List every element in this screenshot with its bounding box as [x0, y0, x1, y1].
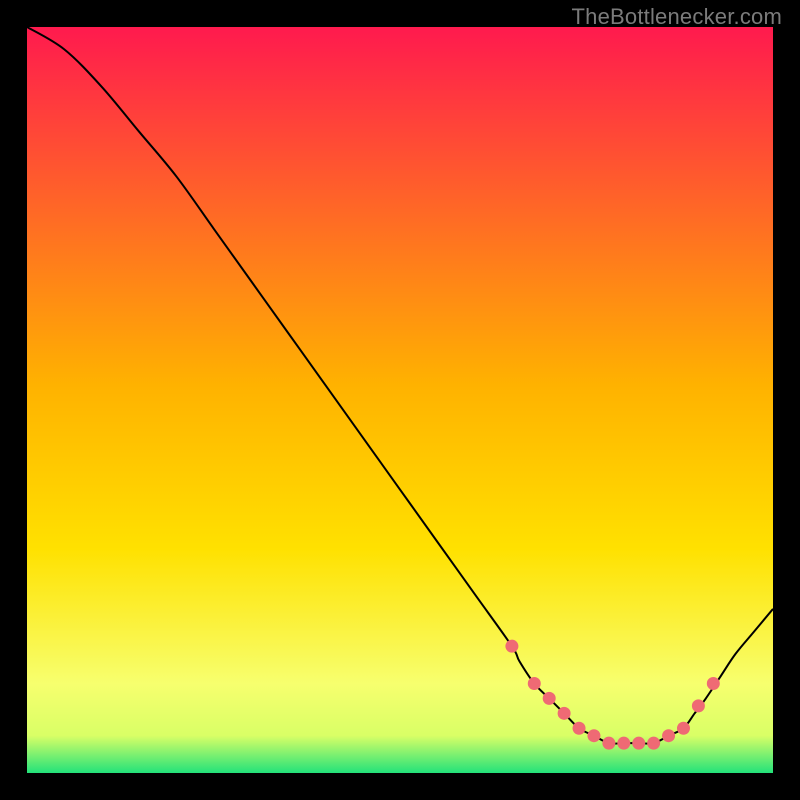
marker-point	[662, 729, 675, 742]
marker-point	[587, 729, 600, 742]
marker-point	[647, 737, 660, 750]
marker-point	[602, 737, 615, 750]
chart-svg	[27, 27, 773, 773]
marker-point	[617, 737, 630, 750]
marker-point	[558, 707, 571, 720]
plot-area	[27, 27, 773, 773]
gradient-background	[27, 27, 773, 773]
chart-frame: TheBottlenecker.com	[0, 0, 800, 800]
marker-point	[505, 640, 518, 653]
marker-point	[543, 692, 556, 705]
marker-point	[528, 677, 541, 690]
marker-point	[707, 677, 720, 690]
marker-point	[692, 699, 705, 712]
marker-point	[632, 737, 645, 750]
marker-point	[573, 722, 586, 735]
marker-point	[677, 722, 690, 735]
